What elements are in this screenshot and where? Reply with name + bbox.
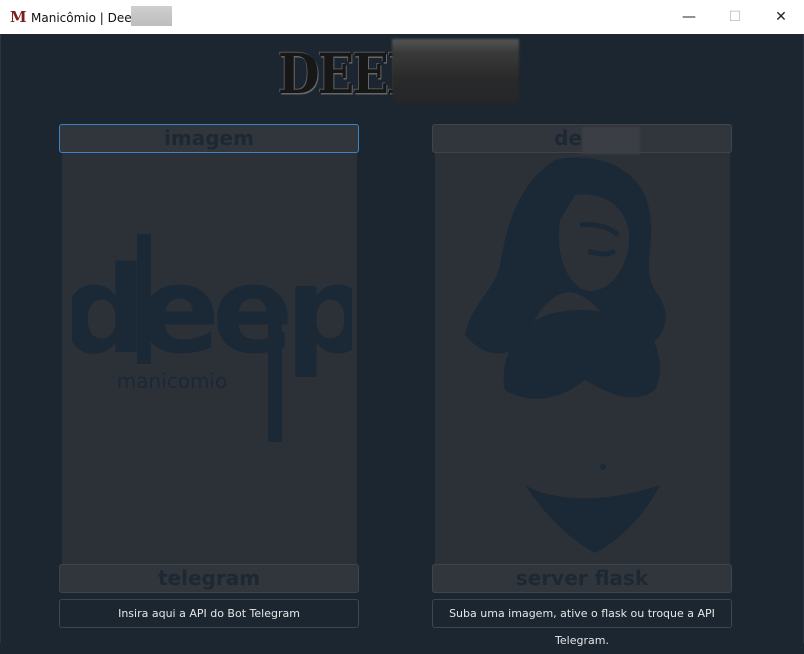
- maximize-button[interactable]: ☐: [712, 0, 758, 34]
- woman-silhouette-image: [465, 157, 666, 553]
- window-title: Manicômio | Deep: [31, 11, 140, 25]
- server-flask-button[interactable]: server flask: [432, 564, 732, 593]
- close-button[interactable]: ✕: [758, 0, 804, 34]
- redacted-title-part: [131, 6, 172, 26]
- status-field[interactable]: Suba uma imagem, ative o flask ou troque…: [432, 599, 732, 647]
- redacted-tab-part: [582, 127, 640, 154]
- title-bar: M Manicômio | Deep — ☐ ✕: [0, 0, 804, 35]
- deep-logo-image: deep manicomio: [72, 234, 352, 442]
- minimize-button[interactable]: —: [666, 0, 712, 34]
- redacted-banner-part: [392, 39, 519, 105]
- app-logo-icon: M: [10, 8, 27, 26]
- tab-imagem[interactable]: imagem: [59, 124, 359, 153]
- deep-art-word: deep: [72, 242, 352, 381]
- telegram-button[interactable]: telegram: [59, 564, 359, 593]
- telegram-api-field[interactable]: Insira aqui a API do Bot Telegram: [59, 599, 359, 628]
- deep-art-subword: manicomio: [117, 369, 227, 393]
